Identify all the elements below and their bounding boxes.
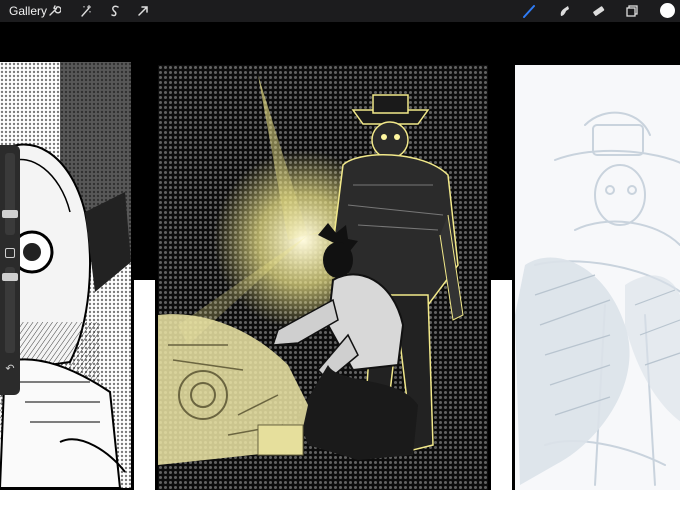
comic-panel-left [0,62,134,491]
pencil-sketch-drawing [515,111,680,486]
opacity-slider[interactable] [2,267,18,353]
wrench-icon[interactable] [46,3,62,19]
brush-size-handle[interactable] [2,210,18,218]
current-color-swatch[interactable] [660,3,675,18]
layers-icon[interactable] [624,3,640,19]
brush-sidebar: ↶ [0,145,20,395]
gallery-button[interactable]: Gallery [9,4,47,18]
comic-panel-right [512,62,680,494]
cowboy-glow-drawing [158,65,488,491]
smudge-icon[interactable] [556,3,572,19]
selection-s-icon[interactable] [107,3,123,19]
color-picker-modifier-button[interactable] [5,248,15,258]
eraser-icon[interactable] [590,3,606,19]
brush-size-slider[interactable] [2,153,18,235]
opacity-handle[interactable] [2,273,18,281]
undo-icon[interactable]: ↶ [3,362,17,376]
canvas-margin-bottom [0,490,680,510]
comic-panel-center [155,62,491,494]
top-toolbar: Gallery [0,0,680,22]
brush-icon[interactable] [521,3,537,19]
transform-arrow-icon[interactable] [135,3,151,19]
magic-wand-icon[interactable] [78,3,94,19]
